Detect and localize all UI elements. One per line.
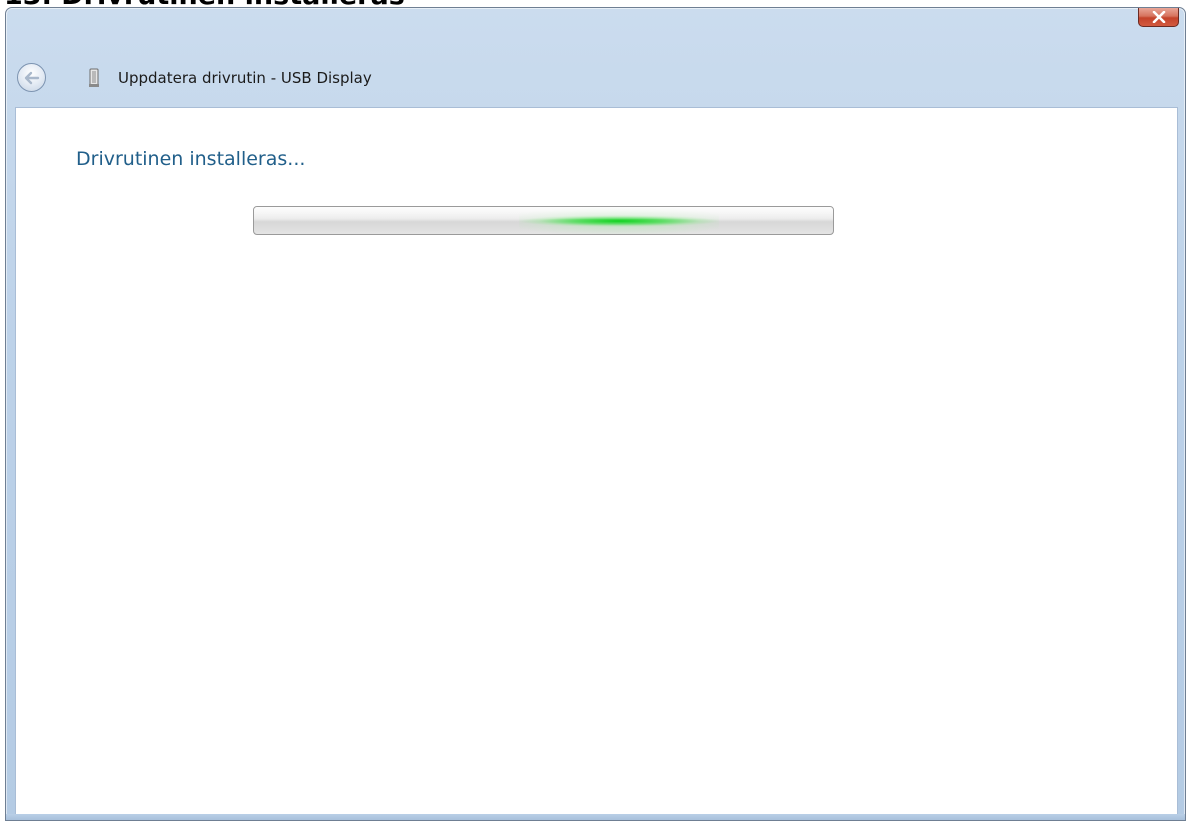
progress-marquee (519, 207, 719, 234)
close-button[interactable] (1138, 8, 1179, 27)
dialog-header: Uppdatera drivrutin - USB Display (6, 48, 1185, 106)
window-title: Uppdatera drivrutin - USB Display (118, 69, 372, 87)
back-arrow-icon (24, 71, 39, 84)
close-icon (1152, 11, 1165, 23)
window-bottom-edge (6, 814, 1185, 820)
back-button[interactable] (17, 63, 46, 92)
progress-bar (253, 206, 834, 235)
main-instruction: Drivrutinen installeras... (76, 148, 306, 170)
content-area: Drivrutinen installeras... (15, 107, 1178, 820)
usb-device-icon (89, 68, 99, 87)
dialog-window: Uppdatera drivrutin - USB Display Drivru… (5, 7, 1186, 821)
